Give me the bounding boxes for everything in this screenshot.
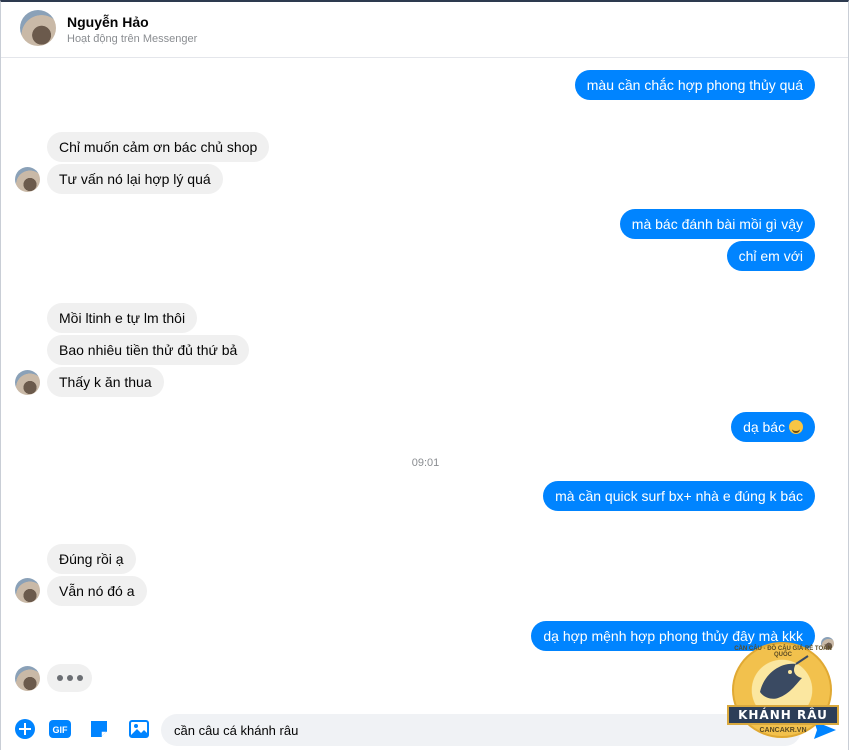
message-incoming[interactable]: Vẫn nó đó a xyxy=(47,576,147,606)
message-incoming[interactable]: Thấy k ăn thua xyxy=(47,367,164,397)
message-outgoing[interactable]: chỉ em với xyxy=(726,241,815,271)
gif-icon: GIF xyxy=(49,720,71,738)
contact-name[interactable]: Nguyễn Hảo xyxy=(67,14,149,30)
typing-indicator xyxy=(47,664,92,692)
message-outgoing[interactable]: mà cần quick surf bx+ nhà e đúng k bác xyxy=(543,481,815,511)
smile-emoji-icon xyxy=(789,420,803,434)
message-incoming[interactable]: Bao nhiêu tiền thử đủ thứ bả xyxy=(47,335,250,365)
sticker-icon xyxy=(91,721,107,737)
conversation-header: Nguyễn Hảo Hoạt động trên Messenger xyxy=(1,2,848,58)
messenger-window: Nguyễn Hảo Hoạt động trên Messenger màu … xyxy=(0,0,849,750)
message-outgoing[interactable]: mà bác đánh bài mồi gì vậy xyxy=(619,209,815,239)
logo-site: CANCAKR.VN xyxy=(759,727,807,734)
message-composer: GIF xyxy=(1,702,848,750)
contact-avatar-small xyxy=(15,167,40,192)
message-incoming[interactable]: Tư vấn nó lại hợp lý quá xyxy=(47,164,223,194)
sticker-button[interactable] xyxy=(88,718,110,740)
typing-dot xyxy=(66,675,73,681)
message-outgoing[interactable]: màu cần chắc hợp phong thủy quá xyxy=(574,70,815,100)
gif-label: GIF xyxy=(53,725,69,735)
contact-avatar-small xyxy=(15,666,40,691)
plus-circle-icon xyxy=(15,719,35,739)
image-icon xyxy=(129,720,149,738)
khanh-rau-logo-watermark: CẦN CÂU - ĐỒ CÂU GIÁ RẺ TOÀN QUỐC KHÁNH … xyxy=(727,642,841,742)
gif-button[interactable]: GIF xyxy=(49,718,71,740)
message-text: dạ bác xyxy=(743,419,786,435)
contact-avatar-small xyxy=(15,370,40,395)
photo-button[interactable] xyxy=(128,718,150,740)
contact-status: Hoạt động trên Messenger xyxy=(67,33,198,45)
typing-dot xyxy=(76,675,83,681)
contact-avatar[interactable] xyxy=(20,10,56,46)
logo-brand-name: KHÁNH RÂU xyxy=(727,705,839,725)
message-incoming[interactable]: Chỉ muốn cảm ơn bác chủ shop xyxy=(47,132,270,162)
message-incoming[interactable]: Mồi ltinh e tự lm thôi xyxy=(47,303,198,333)
typing-dot xyxy=(56,675,63,681)
more-actions-button[interactable] xyxy=(14,718,36,740)
contact-avatar-small xyxy=(15,578,40,603)
message-timestamp: 09:01 xyxy=(411,457,440,469)
message-outgoing[interactable]: dạ bác xyxy=(731,412,815,442)
fish-icon xyxy=(760,655,809,699)
message-input[interactable] xyxy=(161,714,801,746)
message-incoming[interactable]: Đúng rồi ạ xyxy=(47,544,136,574)
